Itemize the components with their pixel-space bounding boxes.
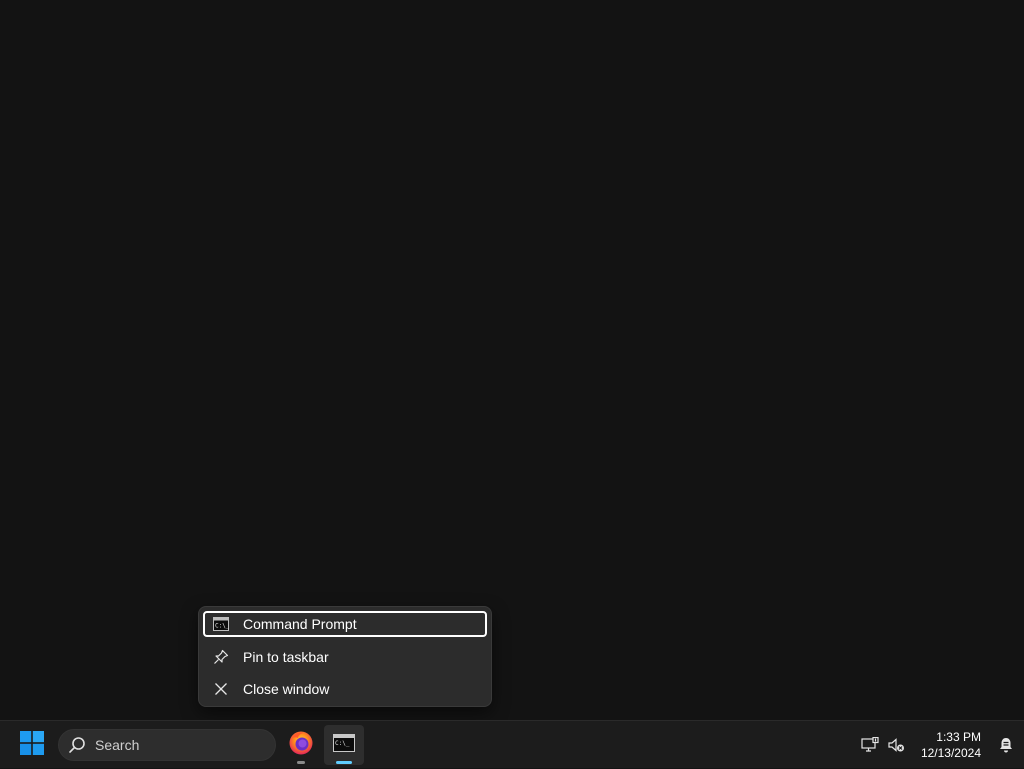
taskbar-jump-list: C:\_ Command Prompt Pin to taskbar Close… [198, 606, 492, 707]
jumplist-item-label: Command Prompt [243, 616, 357, 632]
search-icon [68, 736, 86, 754]
jumplist-item-label: Close window [243, 681, 330, 697]
pin-icon [213, 649, 229, 665]
jumplist-item-close-window[interactable]: Close window [203, 676, 487, 702]
taskbar-app-command-prompt[interactable]: C:\_ [324, 725, 364, 765]
cmd-icon: C:\_ [213, 616, 229, 632]
windows-logo-icon [20, 730, 44, 760]
network-icon[interactable] [860, 735, 880, 755]
notifications-icon[interactable] [996, 735, 1016, 755]
clock-date: 12/13/2024 [920, 746, 981, 760]
start-button[interactable] [12, 725, 52, 765]
clock-time: 1:33 PM [936, 730, 981, 744]
cmd-icon: C:\_ [333, 733, 355, 757]
svg-text:C:\_: C:\_ [215, 623, 229, 630]
svg-text:C:\_: C:\_ [335, 740, 350, 747]
jumplist-item-label: Pin to taskbar [243, 649, 329, 665]
taskbar-app-firefox[interactable] [281, 725, 321, 765]
clock[interactable]: 1:33 PM 12/13/2024 [921, 729, 981, 761]
desktop [0, 0, 1024, 720]
jumplist-item-command-prompt[interactable]: C:\_ Command Prompt [203, 611, 487, 637]
system-tray: 1:33 PM 12/13/2024 [854, 721, 1024, 769]
taskbar-search-box[interactable]: Search [58, 729, 276, 761]
running-indicator [297, 761, 305, 764]
active-indicator [336, 761, 352, 764]
taskbar: Search C:\_ 1:33 PM 12/13/2024 [0, 720, 1024, 768]
close-icon [213, 681, 229, 697]
jumplist-item-pin-to-taskbar[interactable]: Pin to taskbar [203, 644, 487, 670]
volume-muted-icon[interactable] [886, 735, 906, 755]
search-placeholder: Search [95, 737, 140, 753]
firefox-icon [288, 730, 314, 761]
